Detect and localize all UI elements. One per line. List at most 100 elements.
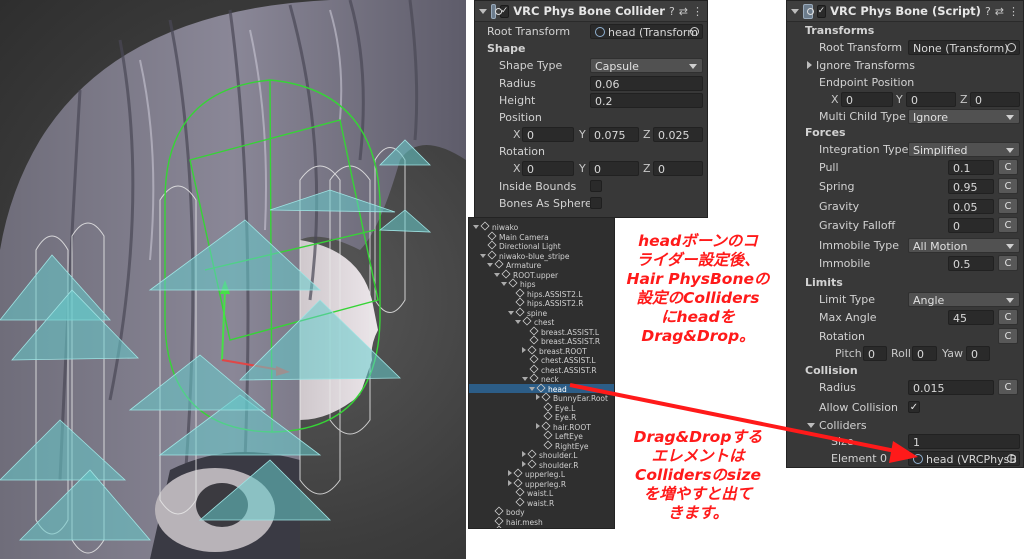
endpoint-x-field[interactable]: 0 — [841, 92, 893, 107]
hierarchy-item[interactable]: sandals — [469, 525, 614, 528]
collapse-icon[interactable] — [480, 253, 486, 258]
hierarchy-item[interactable]: chest — [469, 316, 614, 327]
endpoint-z-field[interactable]: 0 — [970, 92, 1020, 107]
gravity-curve-button[interactable]: C — [998, 198, 1018, 214]
scene-viewport[interactable] — [0, 0, 466, 559]
collision-radius-field[interactable]: 0.015 — [908, 380, 994, 395]
preset-icon[interactable]: ⇄ — [679, 5, 688, 18]
hierarchy-item[interactable]: Eye.R — [469, 411, 614, 422]
max-angle-curve-button[interactable]: C — [998, 309, 1018, 325]
hierarchy-item[interactable]: shoulder.L — [469, 449, 614, 460]
roll-field[interactable]: 0 — [912, 346, 937, 361]
expand-icon[interactable] — [807, 61, 812, 69]
collision-radius-curve-button[interactable]: C — [998, 379, 1018, 395]
object-picker-icon[interactable] — [1007, 454, 1016, 463]
hierarchy-item[interactable]: BunnyEar.Root — [469, 392, 614, 403]
pitch-field[interactable]: 0 — [863, 346, 887, 361]
hierarchy-item[interactable]: chest.ASSIST.L — [469, 354, 614, 365]
hierarchy-item[interactable]: body — [469, 506, 614, 517]
hierarchy-item[interactable]: head — [469, 382, 614, 394]
collapse-icon[interactable] — [473, 225, 479, 229]
hierarchy-item[interactable]: upperleg.L — [469, 468, 614, 479]
preset-icon[interactable]: ⇄ — [995, 5, 1004, 18]
hierarchy-item[interactable]: LeftEye — [469, 430, 614, 441]
expand-icon[interactable] — [522, 346, 526, 353]
hierarchy-item[interactable]: breast.ASSIST.L — [469, 325, 614, 337]
integration-type-dropdown[interactable]: Simplified — [908, 142, 1020, 157]
hierarchy-item[interactable]: Eye.L — [469, 401, 614, 413]
help-icon[interactable]: ? — [669, 5, 675, 18]
hierarchy-item[interactable]: RightEye — [469, 439, 614, 451]
physbone-header[interactable]: ✓ VRC Phys Bone (Script) ? ⇄ ⋮ — [787, 1, 1023, 22]
collapse-icon[interactable] — [522, 377, 528, 381]
position-y-field[interactable]: 0.075 — [589, 127, 639, 142]
collapse-icon[interactable] — [487, 263, 493, 267]
collapse-icon[interactable] — [494, 272, 500, 277]
allow-collision-checkbox[interactable]: ✓ — [908, 401, 920, 413]
rotation-y-field[interactable]: 0 — [589, 161, 639, 176]
component-enabled-checkbox[interactable]: ✓ — [816, 4, 827, 18]
position-x-field[interactable]: 0 — [522, 127, 574, 142]
endpoint-y-field[interactable]: 0 — [906, 92, 956, 107]
spring-field[interactable]: 0.95 — [948, 179, 994, 194]
gravity-falloff-curve-button[interactable]: C — [998, 217, 1018, 233]
element0-field[interactable]: head (VRCPhysB — [908, 451, 1020, 466]
hierarchy-item[interactable]: hips.ASSIST2.R — [469, 297, 614, 308]
collapse-icon[interactable] — [807, 423, 815, 428]
hierarchy-item[interactable]: ROOT.upper — [469, 268, 614, 280]
hierarchy-item[interactable]: neck — [469, 373, 614, 384]
hierarchy-item[interactable]: niwako — [469, 221, 614, 232]
hierarchy-item[interactable]: waist.L — [469, 487, 614, 498]
max-angle-field[interactable]: 45 — [948, 310, 994, 325]
collapse-icon[interactable] — [791, 8, 799, 14]
root-transform-field[interactable]: head (Transform — [590, 24, 703, 39]
hierarchy-item[interactable]: hair.ROOT — [469, 420, 614, 432]
radius-field[interactable]: 0.06 — [590, 76, 703, 91]
collapse-icon[interactable] — [501, 282, 507, 286]
collapse-icon[interactable] — [508, 310, 514, 315]
pb-root-transform-field[interactable]: None (Transform) — [908, 40, 1020, 55]
expand-icon[interactable] — [508, 470, 512, 476]
rotation-curve-button[interactable]: C — [998, 328, 1018, 344]
bones-as-spheres-checkbox[interactable] — [590, 197, 602, 209]
collapse-icon[interactable] — [529, 386, 535, 391]
expand-icon[interactable] — [536, 422, 540, 429]
expand-icon[interactable] — [508, 479, 512, 486]
pull-curve-button[interactable]: C — [998, 159, 1018, 175]
limit-type-dropdown[interactable]: Angle — [908, 292, 1020, 307]
multi-child-dropdown[interactable]: Ignore — [908, 109, 1020, 124]
hierarchy-item[interactable]: Directional Light — [469, 240, 614, 251]
hierarchy-item[interactable]: upperleg.R — [469, 477, 614, 489]
help-icon[interactable]: ? — [985, 5, 991, 18]
expand-icon[interactable] — [522, 460, 526, 467]
gravity-falloff-field[interactable]: 0 — [948, 218, 994, 233]
hierarchy-item[interactable]: hips — [469, 278, 614, 289]
hierarchy-item[interactable]: niwako-blue_stripe — [469, 249, 614, 261]
hierarchy-item[interactable]: hips.ASSIST2.L — [469, 287, 614, 299]
collider-header[interactable]: ✓ VRC Phys Bone Collider ? ⇄ ⋮ — [475, 1, 707, 22]
expand-icon[interactable] — [536, 394, 540, 400]
object-picker-icon[interactable] — [690, 27, 699, 36]
collapse-icon[interactable] — [515, 320, 521, 324]
shape-type-dropdown[interactable]: Capsule — [590, 58, 703, 73]
ignore-transforms-row[interactable]: Ignore Transforms — [787, 57, 1023, 75]
hierarchy-item[interactable]: breast.ASSIST.R — [469, 335, 614, 346]
immobile-curve-button[interactable]: C — [998, 255, 1018, 271]
inside-bounds-checkbox[interactable] — [590, 180, 602, 192]
position-z-field[interactable]: 0.025 — [653, 127, 703, 142]
spring-curve-button[interactable]: C — [998, 178, 1018, 194]
rotation-z-field[interactable]: 0 — [653, 161, 703, 176]
immobile-field[interactable]: 0.5 — [948, 256, 994, 271]
yaw-field[interactable]: 0 — [966, 346, 990, 361]
hierarchy-item[interactable]: waist.R — [469, 496, 614, 508]
hierarchy-panel[interactable]: niwako Main Camera Directional Light niwako… — [468, 217, 615, 529]
hierarchy-item[interactable]: spine — [469, 306, 614, 318]
height-field[interactable]: 0.2 — [590, 93, 703, 108]
immobile-type-dropdown[interactable]: All Motion — [908, 238, 1020, 253]
hierarchy-item[interactable]: chest.ASSIST.R — [469, 363, 614, 375]
gravity-field[interactable]: 0.05 — [948, 199, 994, 214]
pull-field[interactable]: 0.1 — [948, 160, 994, 175]
hierarchy-item[interactable]: hair.mesh — [469, 515, 614, 527]
hierarchy-item[interactable]: Main Camera — [469, 230, 614, 242]
rotation-x-field[interactable]: 0 — [522, 161, 574, 176]
